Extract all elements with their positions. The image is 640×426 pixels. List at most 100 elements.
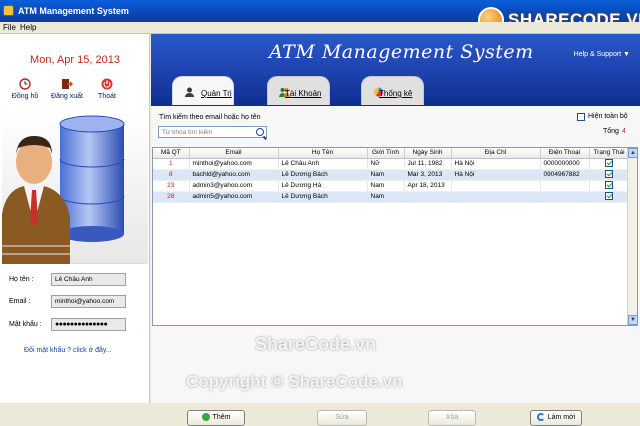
menu-file[interactable]: File xyxy=(3,23,16,32)
clock-button[interactable]: Đồng hồ xyxy=(5,78,45,100)
refresh-button[interactable]: Làm mới xyxy=(530,410,582,426)
column-header[interactable]: Giới Tính xyxy=(367,148,405,159)
column-header[interactable]: Ngày Sinh xyxy=(404,148,452,159)
tab-admin[interactable]: Quản Trị xyxy=(172,76,234,105)
logout-button[interactable]: Đăng xuất xyxy=(47,78,87,100)
search-placeholder: Từ khóa tìm kiếm xyxy=(162,129,213,136)
cell-gender: Nam xyxy=(367,191,405,203)
cell-id: 1 xyxy=(153,158,190,170)
table-row[interactable]: 23 admin3@yahoo.com Lê Dương Hà Nam Apr … xyxy=(153,180,630,192)
show-all-checkbox[interactable] xyxy=(577,113,585,121)
scroll-down-button[interactable]: ▼ xyxy=(628,315,637,325)
cell-address: Hà Nội xyxy=(451,169,541,181)
cell-gender: Nam xyxy=(367,180,405,192)
admin-user-icon xyxy=(185,87,194,97)
password-field[interactable]: ●●●●●●●●●●●●●● xyxy=(51,318,126,331)
edit-button[interactable]: Sửa xyxy=(317,410,367,426)
help-support-link[interactable]: Help & Support ▼ xyxy=(574,51,630,58)
cell-id: 8 xyxy=(153,169,190,181)
status-checkbox[interactable] xyxy=(605,180,613,189)
status-checkbox[interactable] xyxy=(605,169,613,178)
add-icon xyxy=(201,413,210,422)
table-row[interactable]: 8 bachld@yahoo.com Lê Dương Bách Nam Mar… xyxy=(153,169,630,181)
cell-address xyxy=(451,191,541,203)
column-header[interactable]: Email xyxy=(189,148,279,159)
clock-icon xyxy=(19,78,31,90)
cell-email: minthoi@yahoo.com xyxy=(189,158,279,170)
search-input[interactable]: Từ khóa tìm kiếm xyxy=(158,126,267,138)
change-password-link[interactable]: Đổi mật khẩu ? click ở đây... xyxy=(24,347,112,354)
admin-portrait-image xyxy=(2,114,148,264)
cell-gender: Nữ xyxy=(367,158,405,170)
email-label: Email : xyxy=(9,298,31,305)
sidebar: Mon, Apr 15, 2013 Đồng hồ Đăng xuất Thoá… xyxy=(0,34,150,403)
admin-table: Mã QT Email Họ Tên Giới Tính Ngày Sinh Đ… xyxy=(152,147,638,326)
cell-name: Lê Châu Anh xyxy=(278,158,368,170)
tab-admin-label: Quản Trị xyxy=(201,89,232,98)
cell-name: Lê Dương Bách xyxy=(278,169,368,181)
refresh-icon xyxy=(536,413,545,422)
banner: ATM Management System Help & Support ▼ Q… xyxy=(151,34,640,106)
column-header[interactable]: Điện Thoại xyxy=(540,148,590,159)
table-row[interactable]: 28 admin5@yahoo.com Lê Dương Bách Nam xyxy=(153,191,630,203)
cell-id: 28 xyxy=(153,191,190,203)
column-header[interactable]: Họ Tên xyxy=(278,148,368,159)
delete-button[interactable]: Xóa xyxy=(428,410,476,426)
logout-icon xyxy=(62,79,73,89)
add-button-label: Thêm xyxy=(212,414,231,421)
cell-address xyxy=(451,180,541,192)
cell-email: admin3@yahoo.com xyxy=(189,180,279,192)
total-count: Tổng 4 xyxy=(603,128,626,135)
table-header-row: Mã QT Email Họ Tên Giới Tính Ngày Sinh Đ… xyxy=(153,148,630,159)
status-checkbox[interactable] xyxy=(605,191,613,200)
column-header[interactable]: Địa Chỉ xyxy=(451,148,541,159)
cell-id: 23 xyxy=(153,180,190,192)
tab-accounts-label: Tài Khoản xyxy=(285,89,322,98)
cell-name: Lê Dương Hà xyxy=(278,180,368,192)
cell-dob: Mar 3, 2013 xyxy=(404,169,452,181)
delete-button-label: Xóa xyxy=(445,414,459,421)
password-label: Mật khẩu : xyxy=(9,321,42,328)
column-header[interactable]: Trạng Thái xyxy=(589,148,630,159)
name-field[interactable]: Lê Châu Anh xyxy=(51,273,126,286)
cell-name: Lê Dương Bách xyxy=(278,191,368,203)
cell-address: Hà Nội xyxy=(451,158,541,170)
watermark-text: ShareCode.vn xyxy=(255,334,377,354)
cell-email: admin5@yahoo.com xyxy=(189,191,279,203)
main-area: ATM Management System Help & Support ▼ Q… xyxy=(151,34,640,426)
total-label: Tổng xyxy=(603,128,619,135)
cell-status xyxy=(589,158,630,170)
search-icon[interactable] xyxy=(256,128,264,136)
cell-dob xyxy=(404,191,452,203)
cell-status xyxy=(589,169,630,181)
add-button[interactable]: Thêm xyxy=(187,410,245,426)
exit-button[interactable]: Thoát xyxy=(87,78,127,100)
copyright-watermark: Copyright © ShareCode.vn xyxy=(186,372,403,391)
clock-label: Đồng hồ xyxy=(11,93,39,100)
tab-statistics-label: Thống kê xyxy=(379,89,413,98)
scroll-up-button[interactable]: ▲ xyxy=(628,148,637,158)
tab-accounts[interactable]: Tài Khoản xyxy=(267,76,330,105)
cell-dob: Apr 18, 2013 xyxy=(404,180,452,192)
table-scrollbar[interactable]: ▲ ▼ xyxy=(627,148,637,325)
app-icon xyxy=(3,5,14,16)
menu-help[interactable]: Help xyxy=(20,23,36,32)
cell-phone xyxy=(540,180,590,192)
logout-label: Đăng xuất xyxy=(51,93,83,100)
column-header[interactable]: Mã QT xyxy=(153,148,190,159)
name-label: Họ tên : xyxy=(9,276,34,283)
cell-dob: Jul 11, 1982 xyxy=(404,158,452,170)
refresh-button-label: Làm mới xyxy=(547,414,576,421)
current-date: Mon, Apr 15, 2013 xyxy=(30,54,120,66)
table-row[interactable]: 1 minthoi@yahoo.com Lê Châu Anh Nữ Jul 1… xyxy=(153,158,630,170)
search-label: Tìm kiếm theo email hoặc họ tên xyxy=(159,114,261,121)
cell-phone: 0000000000 xyxy=(540,158,590,170)
power-icon xyxy=(101,78,113,90)
email-field[interactable]: minthoi@yahoo.com xyxy=(51,295,126,308)
edit-button-label: Sửa xyxy=(335,414,349,421)
show-all-label: Hiện toàn bộ xyxy=(588,113,628,120)
exit-label: Thoát xyxy=(98,93,116,100)
tab-statistics[interactable]: Thống kê xyxy=(361,76,424,105)
status-checkbox[interactable] xyxy=(605,158,613,167)
cell-phone: 0904967882 xyxy=(540,169,590,181)
